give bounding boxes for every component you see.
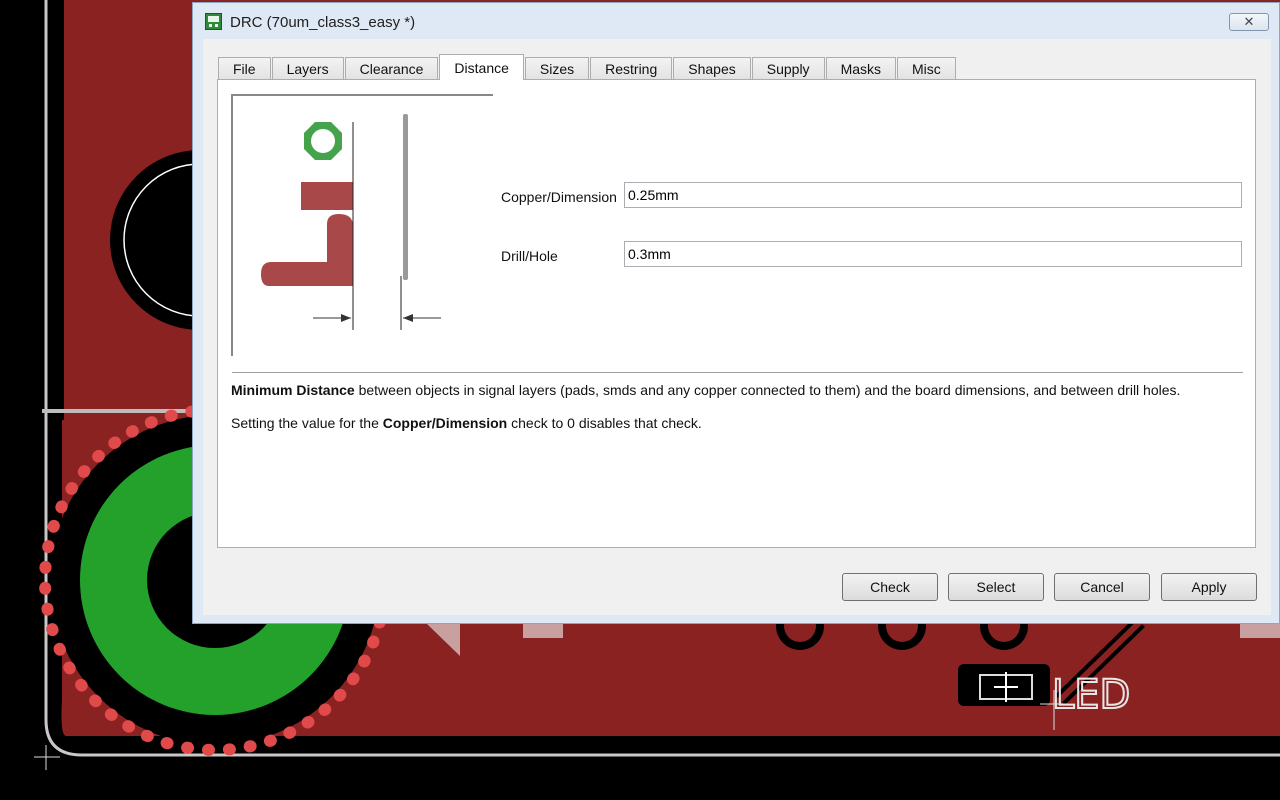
description-text-post: check to 0 disables that check. xyxy=(507,415,702,431)
tab-restring[interactable]: Restring xyxy=(590,57,673,79)
close-icon: ✕ xyxy=(1243,14,1255,29)
tab-sizes[interactable]: Sizes xyxy=(524,57,590,79)
description-text-pre: Setting the value for the xyxy=(231,415,383,431)
drc-dialog: DRC (70um_class3_easy *) ✕ File Layers C… xyxy=(192,2,1280,624)
tab-shapes[interactable]: Shapes xyxy=(673,57,751,79)
select-button[interactable]: Select xyxy=(948,573,1044,601)
description-text: between objects in signal layers (pads, … xyxy=(354,382,1181,398)
cancel-button[interactable]: Cancel xyxy=(1054,573,1150,601)
distance-tab-panel: Copper/Dimension Drill/Hole Minimum Dist… xyxy=(217,79,1256,548)
description-line-2: Setting the value for the Copper/Dimensi… xyxy=(231,415,702,431)
description-term-copper: Copper/Dimension xyxy=(382,415,508,431)
description-line-1: Minimum Distance between objects in sign… xyxy=(231,382,1180,398)
drill-hole-label: Drill/Hole xyxy=(501,248,558,264)
dialog-client-area: File Layers Clearance Distance Sizes Res… xyxy=(203,39,1271,615)
description-divider xyxy=(232,372,1243,373)
distance-illustration xyxy=(231,94,493,356)
close-button[interactable]: ✕ xyxy=(1229,13,1269,31)
tab-file[interactable]: File xyxy=(218,57,271,79)
tab-masks[interactable]: Masks xyxy=(825,57,897,79)
description-term: Minimum Distance xyxy=(231,382,355,398)
apply-button[interactable]: Apply xyxy=(1161,573,1257,601)
copper-dimension-input[interactable] xyxy=(624,182,1242,208)
tab-supply[interactable]: Supply xyxy=(751,57,825,79)
copper-dimension-label: Copper/Dimension xyxy=(501,189,617,205)
check-button[interactable]: Check xyxy=(842,573,938,601)
tab-clearance[interactable]: Clearance xyxy=(344,57,439,79)
tab-misc[interactable]: Misc xyxy=(897,57,956,79)
led-label: LED xyxy=(1052,672,1130,718)
pcb-app-icon xyxy=(205,13,222,30)
tab-distance[interactable]: Distance xyxy=(439,54,524,80)
drill-hole-input[interactable] xyxy=(624,241,1242,267)
window-title: DRC (70um_class3_easy *) xyxy=(230,14,416,31)
tab-bar: File Layers Clearance Distance Sizes Res… xyxy=(218,54,957,80)
tab-layers[interactable]: Layers xyxy=(271,57,344,79)
title-bar[interactable]: DRC (70um_class3_easy *) ✕ xyxy=(193,3,1279,39)
